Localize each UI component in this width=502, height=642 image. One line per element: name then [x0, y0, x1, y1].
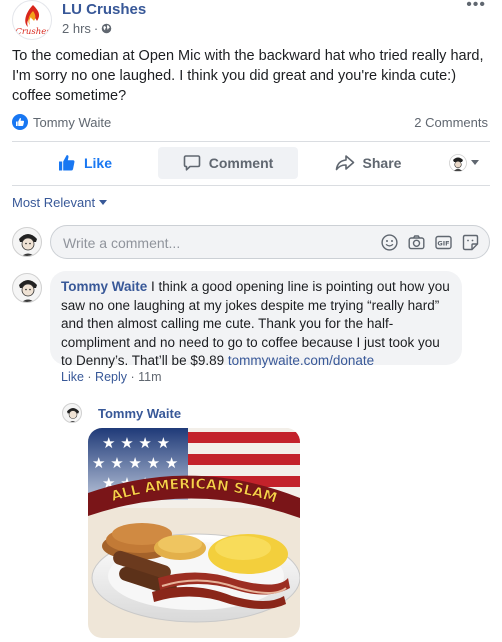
svg-text:GIF: GIF [437, 239, 449, 247]
divider [12, 141, 490, 142]
all-american-slam-image: ★ ★ ★ ★ ★ ★ ★ ★ ★ ★ ★ ★ ★ ALL AMERICAN S… [88, 428, 300, 638]
like-reaction-icon [12, 114, 28, 130]
reactions-summary[interactable]: Tommy Waite [12, 114, 111, 130]
current-user-avatar[interactable] [12, 227, 42, 257]
user-avatar-icon [19, 234, 37, 256]
reply-image[interactable]: ★ ★ ★ ★ ★ ★ ★ ★ ★ ★ ★ ★ ★ ALL AMERICAN S… [88, 428, 300, 638]
composer-tools: GIF [381, 234, 479, 251]
gif-icon[interactable]: GIF [435, 234, 452, 251]
comment-button[interactable]: Comment [158, 147, 298, 179]
emoji-icon[interactable] [381, 234, 398, 251]
like-label: Like [83, 155, 112, 171]
comment-time[interactable]: 11m [138, 370, 161, 384]
comment-action-separator: · [83, 370, 96, 384]
comment-reply-link[interactable]: Reply [95, 370, 127, 384]
reply-author[interactable]: Tommy Waite [98, 406, 181, 421]
comment-sort-dropdown[interactable]: Most Relevant [12, 195, 108, 210]
user-avatar-icon [449, 154, 467, 172]
comment-actions: Like · Reply · 11m [61, 370, 162, 384]
post-header: Crushes LU Crushes 2 hrs · ••• [10, 0, 492, 40]
post-time[interactable]: 2 hrs [62, 21, 91, 36]
page-name[interactable]: LU Crushes [62, 1, 146, 18]
user-avatar-icon [67, 408, 79, 422]
comment-link[interactable]: tommywaite.com/donate [228, 353, 374, 368]
thumbs-up-icon [58, 155, 75, 171]
post-meta: 2 hrs · [62, 21, 112, 36]
comment-action-separator: · [127, 370, 139, 384]
svg-text:★ ★ ★ ★ ★: ★ ★ ★ ★ ★ [92, 454, 178, 472]
comment-like-link[interactable]: Like [61, 370, 84, 384]
meta-separator: · [93, 21, 99, 36]
post-as-selector[interactable] [438, 147, 490, 179]
commenter-avatar[interactable] [12, 273, 42, 303]
divider [12, 185, 490, 186]
comment-author[interactable]: Tommy Waite [61, 279, 147, 294]
share-label: Share [362, 155, 402, 171]
user-avatar-icon [19, 280, 37, 302]
post-text: To the comedian at Open Mic with the bac… [12, 48, 484, 104]
comment-label: Comment [208, 155, 274, 171]
chevron-down-icon [99, 199, 108, 205]
camera-icon[interactable] [408, 234, 425, 251]
page-avatar[interactable]: Crushes [12, 0, 52, 40]
share-arrow-icon [335, 155, 354, 171]
comments-count[interactable]: 2 Comments [414, 115, 488, 130]
reply-avatar[interactable] [62, 403, 82, 423]
comment-bubble: Tommy Waite I think a good opening line … [50, 271, 462, 368]
more-options-icon[interactable]: ••• [466, 0, 486, 14]
svg-text:★ ★ ★ ★: ★ ★ ★ ★ [102, 434, 170, 452]
action-bar: Like Comment Share [12, 145, 490, 181]
reactor-name: Tommy Waite [33, 114, 112, 130]
comment-input[interactable]: Write a comment... GIF [50, 225, 490, 259]
chevron-down-icon [471, 160, 479, 165]
globe-icon[interactable] [101, 23, 112, 34]
sort-label: Most Relevant [12, 195, 96, 210]
logo-text: Crushes [15, 27, 51, 37]
comment-icon [183, 155, 201, 171]
crushes-logo-icon: Crushes [15, 5, 51, 37]
comment-input-placeholder: Write a comment... [63, 235, 181, 251]
share-button[interactable]: Share [298, 147, 438, 179]
sticker-icon[interactable] [462, 234, 479, 251]
like-button[interactable]: Like [12, 147, 158, 179]
